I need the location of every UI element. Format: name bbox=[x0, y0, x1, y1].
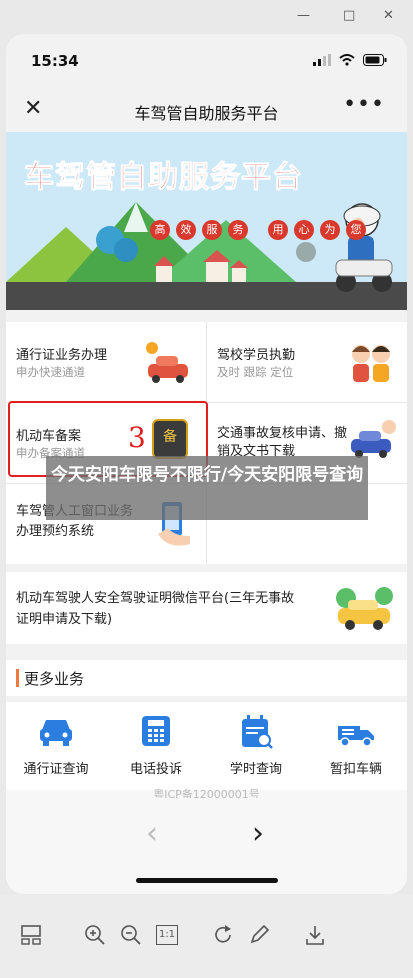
grid-item-title: 驾校学员执勤 bbox=[217, 348, 296, 363]
slogan-char: 用 bbox=[268, 220, 288, 240]
zoom-out-icon[interactable] bbox=[120, 924, 142, 946]
car-front-icon bbox=[40, 720, 72, 746]
home-indicator bbox=[136, 878, 278, 883]
slogan-char: 心 bbox=[294, 220, 314, 240]
more-section-header: 更多业务 bbox=[6, 660, 407, 696]
service-impound[interactable]: 暂扣车辆 bbox=[306, 702, 406, 790]
wifi-icon bbox=[339, 54, 355, 66]
grid-item-sub: 及时 跟踪 定位 bbox=[217, 365, 294, 379]
thumbnail-icon[interactable] bbox=[20, 924, 42, 946]
icp-text: 粤ICP备12000001号 bbox=[153, 788, 260, 798]
status-bar: 15:34 bbox=[6, 34, 407, 88]
calendar-search-icon bbox=[242, 715, 273, 749]
section-title: 更多业务 bbox=[24, 670, 85, 688]
forward-button[interactable]: › bbox=[252, 816, 264, 851]
tow-truck-icon bbox=[338, 726, 374, 747]
more-services-row: 通行证查询 电话投诉 学时查询 暂扣车辆 bbox=[6, 702, 407, 790]
service-hours-query[interactable]: 学时查询 bbox=[206, 702, 306, 790]
close-window-button[interactable]: ✕ bbox=[383, 8, 394, 23]
grid-item-school[interactable]: 驾校学员执勤 及时 跟踪 定位 bbox=[207, 322, 407, 402]
edit-icon[interactable] bbox=[248, 924, 270, 946]
overlay-caption: 今天安阳车限号不限行/今天安阳限号查询 bbox=[46, 456, 368, 520]
status-time: 15:34 bbox=[31, 52, 79, 70]
service-label: 电话投诉 bbox=[129, 762, 182, 777]
screen: — □ ✕ 15:34 ✕ 车驾管自助服务平台 ••• 车驾管自助服务平台 高 … bbox=[0, 0, 413, 978]
service-label: 通行证查询 bbox=[23, 762, 89, 777]
actual-size-button[interactable]: 1:1 bbox=[156, 925, 178, 945]
list-item-safe-driving[interactable]: 机动车驾驶人安全驾驶证明微信平台(三年无事故证明申请及下载) bbox=[6, 572, 407, 644]
nav-bar: ✕ 车驾管自助服务平台 ••• bbox=[6, 88, 407, 132]
status-icons bbox=[313, 54, 387, 66]
slogan-char: 效 bbox=[176, 220, 196, 240]
service-complaint[interactable]: 电话投诉 bbox=[106, 702, 206, 790]
grid-item-sub: 申办快速通道 bbox=[16, 365, 85, 379]
minimize-button[interactable]: — bbox=[297, 8, 310, 23]
page-footer: 粤ICP备12000001号 ‹ › bbox=[6, 788, 407, 894]
banner-title: 车驾管自助服务平台 bbox=[24, 160, 303, 196]
students-icon bbox=[352, 345, 390, 382]
back-button[interactable]: ‹ bbox=[146, 816, 158, 851]
slogan-char: 高 bbox=[150, 220, 170, 240]
slogan-char: 为 bbox=[320, 220, 340, 240]
telephone-icon bbox=[142, 716, 170, 746]
service-label: 学时查询 bbox=[229, 762, 282, 777]
taxi-icon bbox=[336, 587, 393, 630]
download-icon[interactable] bbox=[304, 924, 326, 946]
slogan-char: 您 bbox=[346, 220, 366, 240]
maximize-button[interactable]: □ bbox=[343, 8, 355, 23]
zoom-in-icon[interactable] bbox=[84, 924, 106, 946]
banner-image: 车驾管自助服务平台 高 效 服 务 用 心 为 您 bbox=[6, 132, 407, 310]
more-icon[interactable]: ••• bbox=[343, 92, 385, 117]
signal-icon bbox=[313, 54, 331, 66]
battery-icon bbox=[363, 54, 387, 66]
grid-item-pass[interactable]: 通行证业务办理 申办快速通道 bbox=[6, 322, 206, 402]
slogan-char: 务 bbox=[228, 220, 248, 240]
service-pass-query[interactable]: 通行证查询 bbox=[6, 702, 106, 790]
banner-slogan: 高 效 服 务 用 心 为 您 bbox=[150, 220, 366, 240]
service-label: 暂扣车辆 bbox=[329, 762, 382, 777]
car-icon bbox=[146, 342, 188, 383]
rotate-icon[interactable] bbox=[212, 924, 234, 946]
grid-item-title: 通行证业务办理 bbox=[16, 348, 108, 363]
slogan-char: 服 bbox=[202, 220, 222, 240]
overlay-text: 今天安阳车限号不限行/今天安阳限号查询 bbox=[50, 465, 364, 485]
viewer-toolbar bbox=[0, 894, 413, 978]
list-item-title: 机动车驾驶人安全驾驶证明微信平台(三年无事故证明申请及下载) bbox=[16, 591, 295, 627]
section-accent bbox=[16, 669, 19, 687]
